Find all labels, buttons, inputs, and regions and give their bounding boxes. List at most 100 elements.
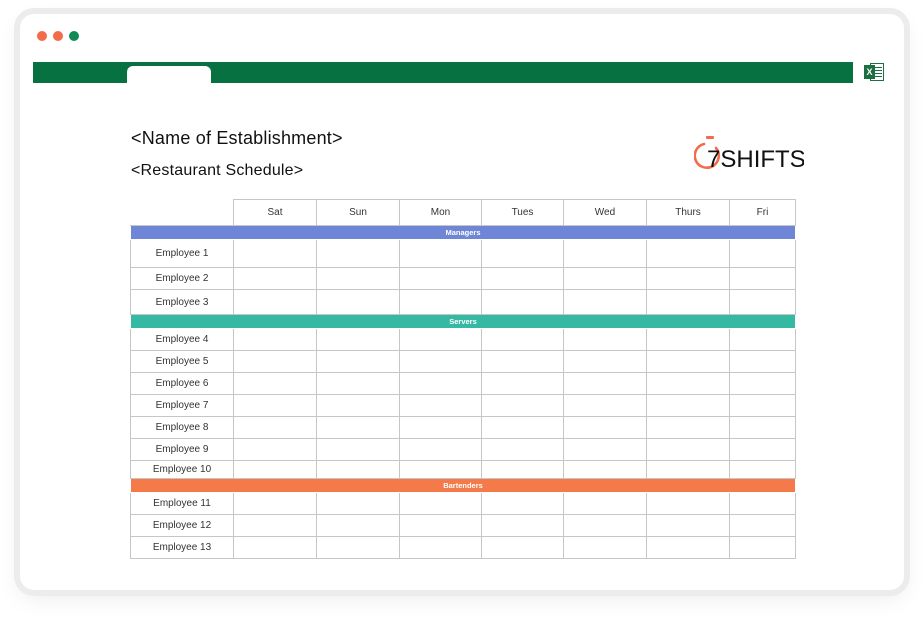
shift-cell[interactable] (316, 372, 400, 395)
shift-cell[interactable] (233, 289, 317, 315)
shift-cell[interactable] (316, 536, 400, 559)
shift-cell[interactable] (233, 372, 317, 395)
shift-cell[interactable] (399, 394, 482, 417)
shift-cell[interactable] (316, 289, 400, 315)
shift-cell[interactable] (316, 328, 400, 351)
shift-cell[interactable] (646, 460, 730, 479)
shift-cell[interactable] (233, 328, 317, 351)
shift-cell[interactable] (233, 416, 317, 439)
shift-cell[interactable] (316, 438, 400, 461)
shift-cell[interactable] (563, 289, 647, 315)
shift-cell[interactable] (316, 267, 400, 290)
employee-row: Employee 10 (130, 460, 796, 479)
shift-cell[interactable] (399, 460, 482, 479)
shift-cell[interactable] (646, 492, 730, 515)
shift-cell[interactable] (563, 492, 647, 515)
shift-cell[interactable] (481, 514, 564, 537)
shift-cell[interactable] (729, 289, 796, 315)
shift-cell[interactable] (481, 239, 564, 268)
shift-cell[interactable] (233, 267, 317, 290)
shift-cell[interactable] (563, 350, 647, 373)
shift-cell[interactable] (646, 438, 730, 461)
shift-cell[interactable] (729, 239, 796, 268)
shift-cell[interactable] (233, 460, 317, 479)
shift-cell[interactable] (481, 438, 564, 461)
shift-cell[interactable] (233, 514, 317, 537)
shift-cell[interactable] (563, 328, 647, 351)
shift-cell[interactable] (563, 394, 647, 417)
shift-cell[interactable] (233, 492, 317, 515)
shift-cell[interactable] (646, 536, 730, 559)
shift-cell[interactable] (233, 394, 317, 417)
maximize-window-dot[interactable] (69, 31, 79, 41)
shift-cell[interactable] (646, 328, 730, 351)
shift-cell[interactable] (563, 514, 647, 537)
shift-cell[interactable] (563, 239, 647, 268)
shift-cell[interactable] (729, 394, 796, 417)
shift-cell[interactable] (481, 460, 564, 479)
shift-cell[interactable] (399, 267, 482, 290)
shift-cell[interactable] (399, 289, 482, 315)
shift-cell[interactable] (399, 239, 482, 268)
shift-cell[interactable] (563, 438, 647, 461)
shift-cell[interactable] (316, 460, 400, 479)
shift-cell[interactable] (646, 239, 730, 268)
shift-cell[interactable] (399, 372, 482, 395)
shift-cell[interactable] (316, 492, 400, 515)
shift-cell[interactable] (316, 416, 400, 439)
shift-cell[interactable] (729, 438, 796, 461)
shift-cell[interactable] (399, 438, 482, 461)
shift-cell[interactable] (399, 328, 482, 351)
shift-cell[interactable] (481, 394, 564, 417)
shift-cell[interactable] (729, 536, 796, 559)
shift-cell[interactable] (563, 460, 647, 479)
shift-cell[interactable] (729, 460, 796, 479)
shift-cell[interactable] (233, 239, 317, 268)
shift-cell[interactable] (481, 372, 564, 395)
shift-cell[interactable] (316, 394, 400, 417)
shift-cell[interactable] (399, 492, 482, 515)
shift-cell[interactable] (399, 350, 482, 373)
shift-cell[interactable] (563, 416, 647, 439)
shift-cell[interactable] (316, 514, 400, 537)
sheet-tab[interactable] (127, 66, 211, 84)
shift-cell[interactable] (563, 267, 647, 290)
shift-cell[interactable] (646, 416, 730, 439)
shift-cell[interactable] (233, 536, 317, 559)
shift-cell[interactable] (646, 372, 730, 395)
shift-cell[interactable] (646, 267, 730, 290)
shift-cell[interactable] (481, 267, 564, 290)
shift-cell[interactable] (399, 536, 482, 559)
shift-cell[interactable] (316, 239, 400, 268)
close-window-dot[interactable] (37, 31, 47, 41)
shift-cell[interactable] (316, 350, 400, 373)
shift-cell[interactable] (729, 372, 796, 395)
shift-cell[interactable] (481, 416, 564, 439)
shift-cell[interactable] (646, 350, 730, 373)
shift-cell[interactable] (729, 350, 796, 373)
shift-cell[interactable] (729, 416, 796, 439)
employee-name: Employee 1 (130, 239, 234, 268)
section-header-servers: Servers (130, 314, 796, 329)
shift-cell[interactable] (646, 394, 730, 417)
shift-cell[interactable] (481, 492, 564, 515)
shift-cell[interactable] (233, 438, 317, 461)
shift-cell[interactable] (481, 350, 564, 373)
shift-cell[interactable] (729, 328, 796, 351)
employee-row: Employee 12 (130, 514, 796, 537)
shift-cell[interactable] (399, 514, 482, 537)
shift-cell[interactable] (729, 267, 796, 290)
shift-cell[interactable] (646, 514, 730, 537)
shift-cell[interactable] (481, 328, 564, 351)
shift-cell[interactable] (563, 536, 647, 559)
shift-cell[interactable] (646, 289, 730, 315)
minimize-window-dot[interactable] (53, 31, 63, 41)
shift-cell[interactable] (481, 536, 564, 559)
shift-cell[interactable] (563, 372, 647, 395)
shift-cell[interactable] (399, 416, 482, 439)
employee-row: Employee 2 (130, 267, 796, 290)
shift-cell[interactable] (729, 514, 796, 537)
shift-cell[interactable] (233, 350, 317, 373)
shift-cell[interactable] (481, 289, 564, 315)
shift-cell[interactable] (729, 492, 796, 515)
